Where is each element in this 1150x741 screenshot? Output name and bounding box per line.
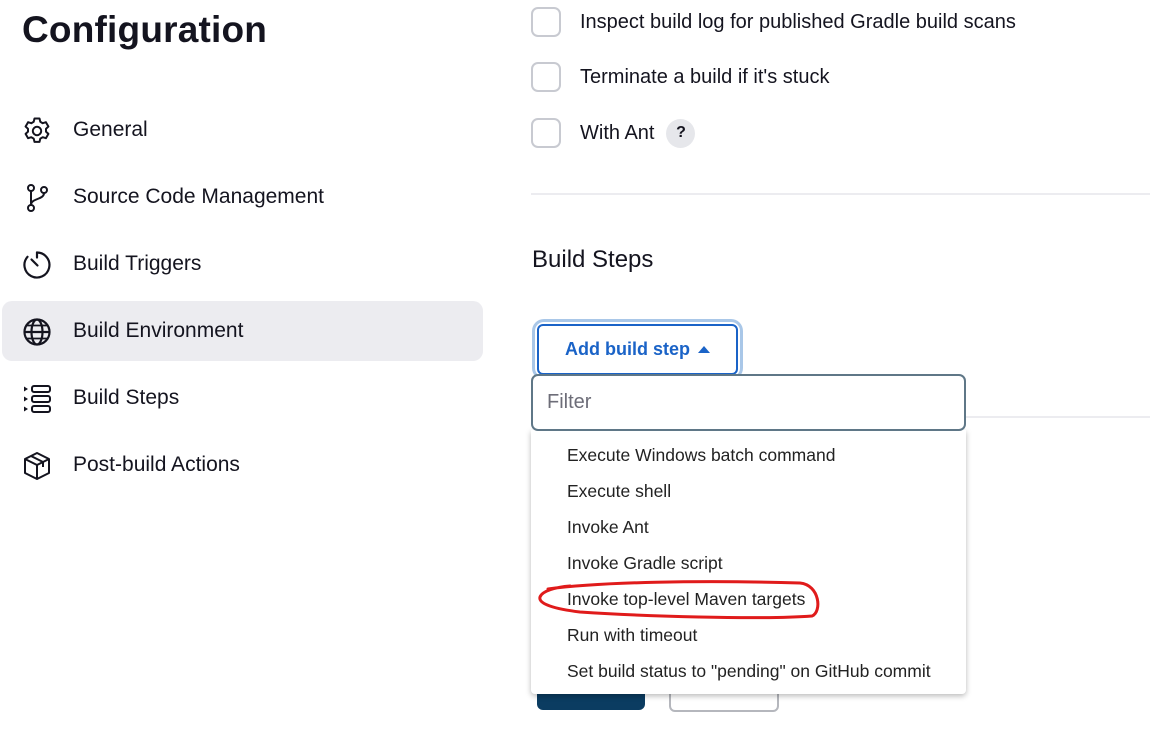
caret-up-icon: [698, 346, 710, 353]
option-label: Inspect build log for published Gradle b…: [580, 10, 1016, 33]
menu-item-invoke-maven-targets[interactable]: Invoke top-level Maven targets: [567, 589, 805, 610]
sidebar-item-build-environment[interactable]: Build Environment: [2, 301, 483, 361]
sidebar-item-label: General: [73, 118, 148, 141]
add-build-step-label: Add build step: [565, 339, 690, 359]
menu-item-invoke-ant[interactable]: Invoke Ant: [567, 517, 649, 538]
gradle-build-scans-checkbox[interactable]: [531, 7, 561, 37]
gear-icon: [21, 115, 53, 147]
option-label: With Ant: [580, 121, 655, 144]
option-terminate-stuck-build: Terminate a build if it's stuck: [531, 60, 829, 94]
menu-item-execute-shell[interactable]: Execute shell: [567, 481, 671, 502]
package-icon: [21, 450, 53, 482]
help-icon[interactable]: ?: [666, 118, 696, 148]
sidebar-item-label: Post-build Actions: [73, 453, 240, 476]
menu-item-run-with-timeout[interactable]: Run with timeout: [567, 625, 697, 646]
sidebar-item-general[interactable]: General: [2, 100, 483, 160]
option-gradle-build-scans: Inspect build log for published Gradle b…: [531, 5, 1016, 39]
sidebar-item-label: Build Triggers: [73, 252, 202, 275]
sidebar-item-label: Source Code Management: [73, 185, 324, 208]
jenkins-configuration-page: Configuration General Source Code Manage…: [0, 0, 1150, 741]
add-build-step-button-inner: Add build step: [537, 324, 738, 375]
build-step-dropdown: Execute Windows batch command Execute sh…: [531, 430, 966, 694]
config-sidebar: General Source Code Management Build Tri…: [2, 100, 483, 502]
section-divider: [531, 193, 1150, 195]
menu-item-invoke-gradle-script[interactable]: Invoke Gradle script: [567, 553, 723, 574]
list-icon: [21, 383, 53, 415]
menu-item-execute-windows-batch[interactable]: Execute Windows batch command: [567, 445, 835, 466]
sidebar-item-label: Build Steps: [73, 386, 180, 409]
git-branch-icon: [21, 182, 53, 214]
sidebar-item-label: Build Environment: [73, 319, 244, 342]
page-title: Configuration: [22, 9, 268, 50]
build-steps-heading: Build Steps: [532, 246, 654, 273]
option-label: Terminate a build if it's stuck: [580, 65, 830, 88]
with-ant-checkbox[interactable]: [531, 118, 561, 148]
sidebar-item-post-build-actions[interactable]: Post-build Actions: [2, 435, 483, 495]
sidebar-item-build-triggers[interactable]: Build Triggers: [2, 234, 483, 294]
add-build-step-button[interactable]: Add build step: [535, 322, 740, 377]
globe-icon: [21, 316, 53, 348]
timer-icon: [21, 249, 53, 281]
sidebar-item-source-code-management[interactable]: Source Code Management: [2, 167, 483, 227]
option-with-ant: With Ant ?: [531, 116, 696, 150]
build-step-filter-input[interactable]: [531, 374, 966, 431]
menu-item-set-build-status-pending[interactable]: Set build status to "pending" on GitHub …: [567, 661, 931, 682]
sidebar-item-build-steps[interactable]: Build Steps: [2, 368, 483, 428]
terminate-stuck-build-checkbox[interactable]: [531, 62, 561, 92]
